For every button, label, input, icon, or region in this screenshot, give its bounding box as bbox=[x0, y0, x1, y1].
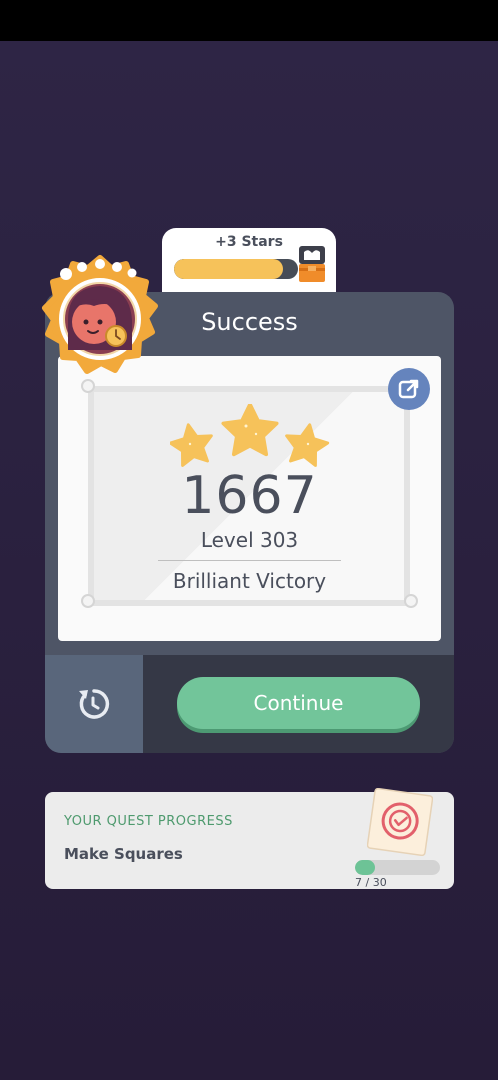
quest-progress-bar bbox=[355, 860, 440, 875]
star-icon bbox=[170, 423, 213, 467]
share-icon bbox=[398, 379, 419, 399]
card-actions: Continue bbox=[45, 655, 454, 753]
continue-button[interactable]: Continue bbox=[177, 677, 420, 729]
frame-corner-dot bbox=[404, 594, 418, 608]
quest-heading: YOUR QUEST PROGRESS bbox=[64, 814, 233, 829]
quest-progress-card[interactable]: YOUR QUEST PROGRESS Make Squares 7 / 30 bbox=[45, 788, 454, 889]
stars-progress-fill bbox=[174, 259, 284, 279]
status-bar bbox=[0, 0, 498, 41]
retry-icon bbox=[79, 689, 110, 719]
score-panel: 1667 Level 303 Brilliant Victory bbox=[58, 356, 441, 641]
stars-reward-tab: +3 Stars bbox=[162, 228, 336, 298]
star-icon bbox=[285, 423, 330, 467]
avatar-badge bbox=[42, 255, 158, 374]
quest-stamp-icon bbox=[367, 788, 433, 856]
level-label: Level 303 bbox=[200, 528, 299, 552]
divider bbox=[158, 560, 341, 561]
share-button[interactable] bbox=[388, 368, 430, 410]
stars-progress-bar bbox=[174, 259, 298, 279]
star-icon bbox=[221, 404, 279, 457]
result-rating: Brilliant Victory bbox=[172, 569, 327, 593]
frame-corner-dot bbox=[81, 594, 95, 608]
retry-button[interactable] bbox=[45, 655, 143, 753]
quest-progress-text: 7 / 30 bbox=[355, 876, 387, 889]
frame-corner-dot bbox=[81, 379, 95, 393]
score-value: 1667 bbox=[181, 466, 318, 526]
quest-progress-fill bbox=[355, 860, 375, 875]
chest-icon bbox=[299, 246, 325, 282]
quest-name: Make Squares bbox=[64, 845, 183, 863]
earned-stars bbox=[170, 404, 330, 467]
